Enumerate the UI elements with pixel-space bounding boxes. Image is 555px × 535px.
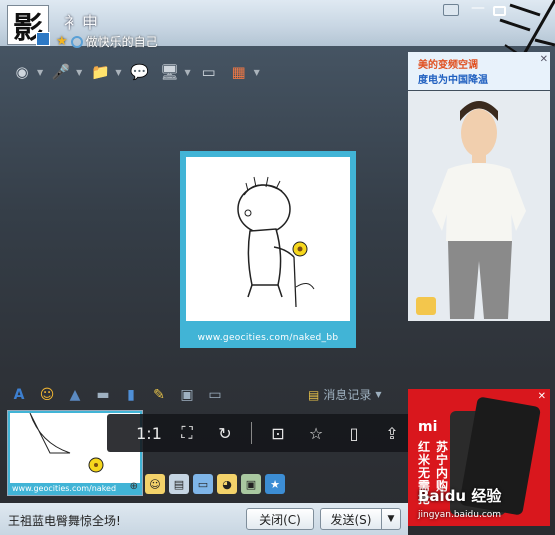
contact-signature: ★ 做快乐的自己 xyxy=(56,33,158,50)
minimize-button[interactable]: — xyxy=(470,1,486,16)
sms-tool[interactable]: 💬 xyxy=(127,61,151,83)
baidu-watermark: Baidu 经验 xyxy=(418,487,502,505)
ad-banner[interactable]: 美的变频空调 度电为中国降温 ✕ xyxy=(408,52,550,90)
window-menu-button[interactable] xyxy=(443,4,459,16)
smile-icon xyxy=(70,35,83,48)
signature-text: 做快乐的自己 xyxy=(85,35,158,49)
microphone-icon[interactable]: ▮ xyxy=(122,386,140,404)
star-icon[interactable]: ★ xyxy=(265,474,285,494)
image-content xyxy=(186,157,350,321)
avatar-show-panel[interactable] xyxy=(408,91,550,321)
chevron-down-icon[interactable]: ▼ xyxy=(184,68,190,77)
person-figure-icon xyxy=(432,101,526,319)
main-toolbar: ◉ ▼ 🎤 ▼ 📁 ▼ 💬 🖥 ▼ ▭ ▦ ▼ xyxy=(0,53,408,91)
apps-grid-icon: ▦ xyxy=(231,63,246,81)
chevron-down-icon[interactable]: ▼ xyxy=(254,68,260,77)
screen-share-tool[interactable]: 🖥 ▼ xyxy=(157,61,191,83)
contact-avatar[interactable]: 影 xyxy=(7,5,50,46)
history-icon: ▤ xyxy=(308,387,320,402)
remote-desktop-icon: ▭ xyxy=(201,63,216,81)
image-icon[interactable]: ▣ xyxy=(178,386,196,404)
cartoon-baby-illustration xyxy=(237,176,315,308)
send-options-chevron-icon[interactable]: ▼ xyxy=(381,508,401,530)
ad-line-1: 美的变频空调 xyxy=(418,60,478,71)
image-caption: www.geocities.com/naked_bb xyxy=(197,333,339,343)
chat-image[interactable]: www.geocities.com/naked_bb xyxy=(180,151,356,348)
font-icon[interactable]: A xyxy=(10,386,28,404)
image-actions: ☺ ▤ ▭ ◕ ▣ ★ xyxy=(145,474,285,494)
screen-icon[interactable]: ▭ xyxy=(193,474,213,494)
favorite-icon[interactable]: ☆ xyxy=(304,421,328,445)
save-icon[interactable]: ⊡ xyxy=(266,421,290,445)
folder-icon[interactable]: ▬ xyxy=(94,386,112,404)
zoom-icon[interactable]: ⊕ xyxy=(130,481,138,492)
rotate-icon[interactable]: ↻ xyxy=(213,421,237,445)
emoji-icon[interactable]: ☺ xyxy=(38,386,56,404)
image-edit-icon[interactable]: ▣ xyxy=(241,474,261,494)
file-transfer-tool[interactable]: 📁 ▼ xyxy=(88,61,122,83)
message-add-icon: 💬 xyxy=(130,63,149,81)
emoji-icon[interactable]: ☺ xyxy=(145,474,165,494)
video-call-tool[interactable]: ◉ ▼ xyxy=(10,61,43,83)
edit-icon[interactable]: ✎ xyxy=(150,386,168,404)
remote-desktop-tool[interactable]: ▭ xyxy=(197,61,221,83)
star-icon: ★ xyxy=(56,34,68,49)
close-icon[interactable]: ✕ xyxy=(538,391,546,402)
divider xyxy=(251,422,252,444)
share-icon[interactable]: ⇪ xyxy=(380,421,404,445)
microphone-icon: 🎤 xyxy=(51,63,71,81)
screen-share-icon: 🖥 xyxy=(159,63,179,81)
device-icon[interactable]: ▯ xyxy=(342,421,366,445)
message-record-label: 消息记录 xyxy=(323,388,372,402)
thumbnail-caption: www.geocities.com/naked xyxy=(12,484,117,493)
close-icon[interactable]: ✕ xyxy=(540,54,548,65)
folder-icon: 📁 xyxy=(90,63,110,81)
nudge-icon[interactable]: ▲ xyxy=(66,386,84,404)
actual-size-button[interactable]: 1:1 xyxy=(136,421,162,445)
chevron-down-icon[interactable]: ▼ xyxy=(76,68,82,77)
image-viewer-toolbar: 1:1 ⛶ ↻ ⊡ ☆ ▯ ⇪ xyxy=(107,414,427,452)
thumbs-up-icon[interactable] xyxy=(416,297,436,315)
chevron-down-icon: ▼ xyxy=(375,390,382,399)
chevron-down-icon[interactable]: ▼ xyxy=(37,68,43,77)
fit-window-icon[interactable]: ⛶ xyxy=(175,421,199,445)
status-bar: 王祖蓝电臀舞惊全场! 关闭(C) 发送(S) ▼ xyxy=(0,503,408,535)
ad-brand: mi xyxy=(418,419,438,435)
screenshot-icon[interactable]: ▭ xyxy=(206,386,224,404)
message-record-button[interactable]: ▤ 消息记录 ▼ xyxy=(308,386,382,403)
title-bar: 影 衤申 ★ 做快乐的自己 — xyxy=(0,0,555,70)
status-news-link[interactable]: 王祖蓝电臀舞惊全场! xyxy=(8,512,121,529)
chevron-down-icon[interactable]: ▼ xyxy=(115,68,121,77)
contact-name[interactable]: 衤申 xyxy=(64,9,100,33)
online-status-icon xyxy=(36,32,50,46)
ad-line-2: 度电为中国降温 xyxy=(418,75,488,86)
close-button[interactable]: 关闭(C) xyxy=(246,508,314,530)
voice-call-tool[interactable]: 🎤 ▼ xyxy=(49,61,83,83)
apps-tool[interactable]: ▦ ▼ xyxy=(227,61,260,83)
send-button[interactable]: 发送(S) xyxy=(320,508,382,530)
baidu-watermark-url: jingyan.baidu.com xyxy=(418,510,502,520)
save-icon[interactable]: ▤ xyxy=(169,474,189,494)
smile-icon[interactable]: ◕ xyxy=(217,474,237,494)
camera-icon: ◉ xyxy=(15,63,29,81)
